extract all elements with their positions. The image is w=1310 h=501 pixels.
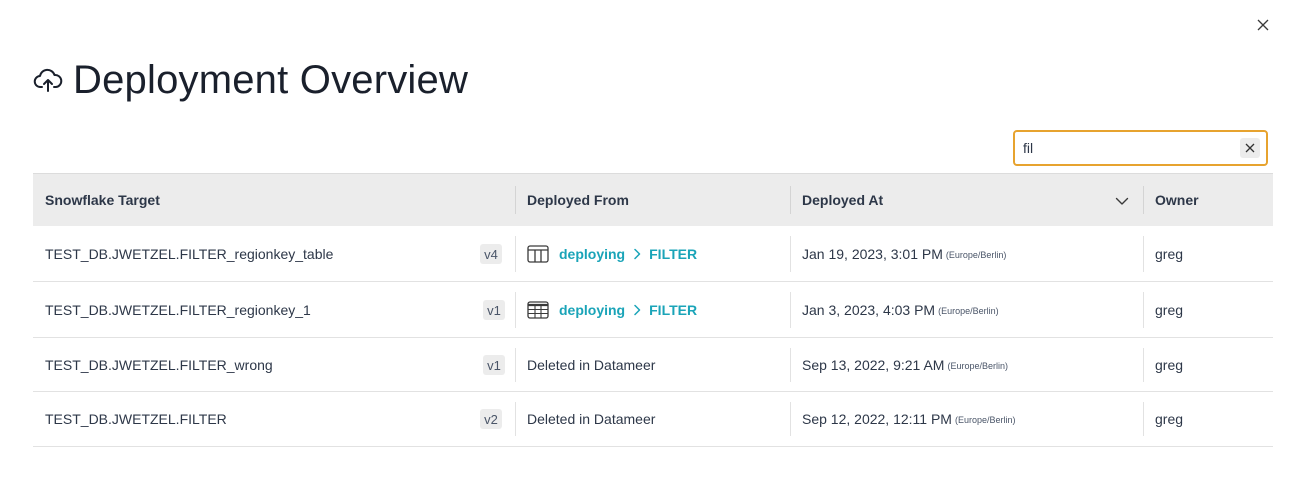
close-button[interactable] [1253,15,1273,35]
deployed-at-date: Jan 19, 2023, 3:01 PM [802,245,943,262]
target-name: TEST_DB.JWETZEL.FILTER_regionkey_table [45,245,334,262]
table-grid-icon [527,300,549,319]
target-name: TEST_DB.JWETZEL.FILTER [45,411,227,427]
close-icon [1245,143,1255,153]
node-link[interactable]: FILTER [649,246,697,262]
deployments-table: Snowflake Target Deployed From Deployed … [33,173,1273,447]
deployed-at: Jan 19, 2023, 3:01 PM (Europe/Berlin) [802,226,1006,281]
column-header-owner[interactable]: Owner [1155,174,1199,226]
clear-search-button[interactable] [1240,138,1260,158]
deployed-at: Sep 12, 2022, 12:11 PM (Europe/Berlin) [802,392,1016,446]
version-badge: v4 [480,244,502,264]
chevron-right-icon [633,304,641,316]
chevron-right-icon [633,248,641,260]
timezone-label: (Europe/Berlin) [945,249,1007,260]
deployed-at-date: Jan 3, 2023, 4:03 PM [802,301,936,318]
timezone-label: (Europe/Berlin) [947,360,1008,371]
page-title: Deployment Overview [73,57,469,102]
close-icon [1257,19,1269,31]
deployed-from: Deleted in Datameer [527,411,656,427]
dialog-header: Deployment Overview [33,56,468,104]
version-badge: v2 [480,409,502,429]
search-input[interactable] [1023,137,1233,159]
owner: greg [1155,245,1184,262]
table-row[interactable]: TEST_DB.JWETZEL.FILTER_wrong v1 Deleted … [33,338,1273,392]
column-header-deployed-at[interactable]: Deployed At [802,174,883,226]
column-divider[interactable] [515,186,516,214]
node-link[interactable]: FILTER [649,302,697,318]
target-name: TEST_DB.JWETZEL.FILTER_regionkey_1 [45,301,311,318]
owner: greg [1155,411,1184,427]
workbook-link[interactable]: deploying [559,246,625,262]
timezone-label: (Europe/Berlin) [938,305,999,316]
deployed-at: Sep 13, 2022, 9:21 AM (Europe/Berlin) [802,338,1008,391]
deployed-from: deploying FILTER [527,226,697,281]
table-row[interactable]: TEST_DB.JWETZEL.FILTER_regionkey_1 v1 de… [33,282,1273,338]
column-divider[interactable] [790,186,791,214]
version-badge: v1 [483,355,505,375]
table-header: Snowflake Target Deployed From Deployed … [33,173,1273,226]
deployed-from: deploying FILTER [527,282,697,337]
table-columns-icon [527,244,549,263]
deployed-at: Jan 3, 2023, 4:03 PM (Europe/Berlin) [802,282,999,337]
cloud-upload-icon [33,65,63,95]
owner: greg [1155,301,1184,318]
table-row[interactable]: TEST_DB.JWETZEL.FILTER v2 Deleted in Dat… [33,392,1273,447]
column-header-deployed-from[interactable]: Deployed From [527,174,629,226]
target-name: TEST_DB.JWETZEL.FILTER_wrong [45,356,273,373]
column-divider[interactable] [1143,186,1144,214]
column-header-target[interactable]: Snowflake Target [45,174,160,226]
deployed-at-date: Sep 12, 2022, 12:11 PM [802,411,952,427]
chevron-down-icon[interactable] [1114,193,1130,209]
workbook-link[interactable]: deploying [559,302,625,318]
search-field[interactable] [1013,130,1268,166]
timezone-label: (Europe/Berlin) [954,415,1016,425]
owner: greg [1155,356,1184,373]
deployed-from: Deleted in Datameer [527,356,656,373]
table-row[interactable]: TEST_DB.JWETZEL.FILTER_regionkey_table v… [33,226,1273,282]
version-badge: v1 [483,300,505,320]
deployed-at-date: Sep 13, 2022, 9:21 AM [802,356,945,373]
